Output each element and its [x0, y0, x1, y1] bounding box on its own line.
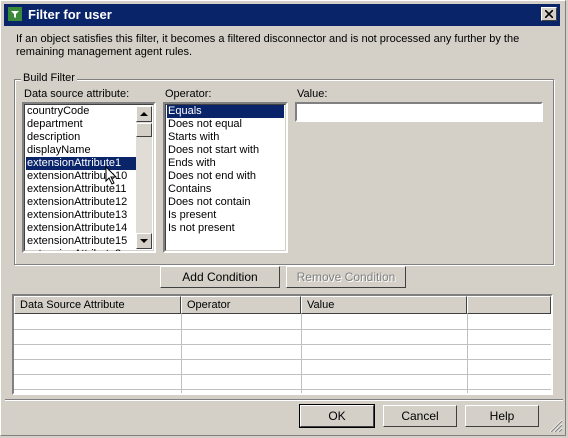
- resize-grip-icon[interactable]: [549, 419, 563, 433]
- attribute-listbox[interactable]: countryCode department description displayN…: [22, 102, 156, 253]
- operator-listbox[interactable]: Equals Does not equal Starts with Does not …: [163, 102, 288, 253]
- cancel-button[interactable]: Cancel: [383, 405, 457, 427]
- operator-list-item[interactable]: Equals: [167, 105, 284, 118]
- operator-list-item[interactable]: Contains: [167, 183, 284, 196]
- operator-list-items: Equals Does not equal Starts with Does not …: [167, 105, 284, 235]
- operator-list-item[interactable]: Ends with: [167, 157, 284, 170]
- attribute-list-item[interactable]: extensionAttribute12: [26, 196, 136, 209]
- title-bar[interactable]: Filter for user: [4, 4, 560, 26]
- column-header-extra[interactable]: [467, 296, 551, 314]
- remove-condition-button[interactable]: Remove Condition: [286, 266, 406, 288]
- conditions-grid[interactable]: Data Source Attribute Operator Value: [14, 296, 551, 393]
- ok-button[interactable]: OK: [299, 404, 375, 428]
- help-button[interactable]: Help: [465, 405, 539, 427]
- operator-list-item[interactable]: Does not end with: [167, 170, 284, 183]
- operator-list-item[interactable]: Does not start with: [167, 144, 284, 157]
- separator: [5, 400, 563, 401]
- attribute-list-item[interactable]: extensionAttribute15: [26, 235, 136, 248]
- grid-row-line: [14, 374, 551, 375]
- attribute-list-item[interactable]: displayName: [26, 144, 136, 157]
- grid-divider: [181, 314, 182, 393]
- column-header-operator[interactable]: Operator: [181, 296, 301, 314]
- close-button[interactable]: [541, 7, 557, 21]
- column-header-attribute[interactable]: Data Source Attribute: [14, 296, 181, 314]
- mouse-cursor-icon: [105, 166, 118, 185]
- grid-divider: [467, 314, 468, 393]
- filter-dialog: Filter for user If an object satisfies t…: [0, 0, 566, 436]
- operator-list-item[interactable]: Is present: [167, 209, 284, 222]
- add-condition-button[interactable]: Add Condition: [160, 266, 280, 288]
- filter-icon: [8, 7, 22, 21]
- grid-divider: [301, 314, 302, 393]
- grid-row-line: [14, 344, 551, 345]
- scroll-down-button[interactable]: [136, 233, 152, 249]
- description-text: If an object satisfies this filter, it b…: [16, 33, 520, 58]
- attribute-list-item[interactable]: extensionAttribute11: [26, 183, 136, 196]
- scroll-up-button[interactable]: [136, 106, 152, 122]
- arrow-up-icon: [140, 112, 148, 116]
- operator-label: Operator:: [165, 88, 212, 100]
- grid-row-line: [14, 389, 551, 390]
- operator-list-item[interactable]: Does not equal: [167, 118, 284, 131]
- arrow-down-icon: [140, 239, 148, 243]
- attribute-label: Data source attribute:: [24, 88, 130, 100]
- value-input[interactable]: [295, 102, 543, 122]
- close-icon: [545, 10, 553, 18]
- attribute-list-item[interactable]: extensionAttribute2: [26, 248, 136, 251]
- attribute-list-item[interactable]: extensionAttribute1: [26, 157, 136, 170]
- value-label: Value:: [297, 88, 328, 100]
- attribute-scrollbar[interactable]: [136, 106, 152, 249]
- operator-list-item[interactable]: Starts with: [167, 131, 284, 144]
- attribute-list-items: countryCode department description displayN…: [26, 105, 136, 251]
- attribute-list-item[interactable]: department: [26, 118, 136, 131]
- window-title: Filter for user: [28, 7, 112, 22]
- operator-list-item[interactable]: Is not present: [167, 222, 284, 235]
- grid-row-line: [14, 329, 551, 330]
- operator-list-item[interactable]: Does not contain: [167, 196, 284, 209]
- attribute-list-item[interactable]: countryCode: [26, 105, 136, 118]
- attribute-list-item[interactable]: extensionAttribute14: [26, 222, 136, 235]
- build-filter-label: Build Filter: [21, 72, 77, 84]
- attribute-list-item[interactable]: extensionAttribute10: [26, 170, 136, 183]
- scroll-thumb[interactable]: [136, 123, 152, 137]
- attribute-list-item[interactable]: description: [26, 131, 136, 144]
- attribute-list-item[interactable]: extensionAttribute13: [26, 209, 136, 222]
- column-header-value[interactable]: Value: [301, 296, 467, 314]
- grid-row-line: [14, 359, 551, 360]
